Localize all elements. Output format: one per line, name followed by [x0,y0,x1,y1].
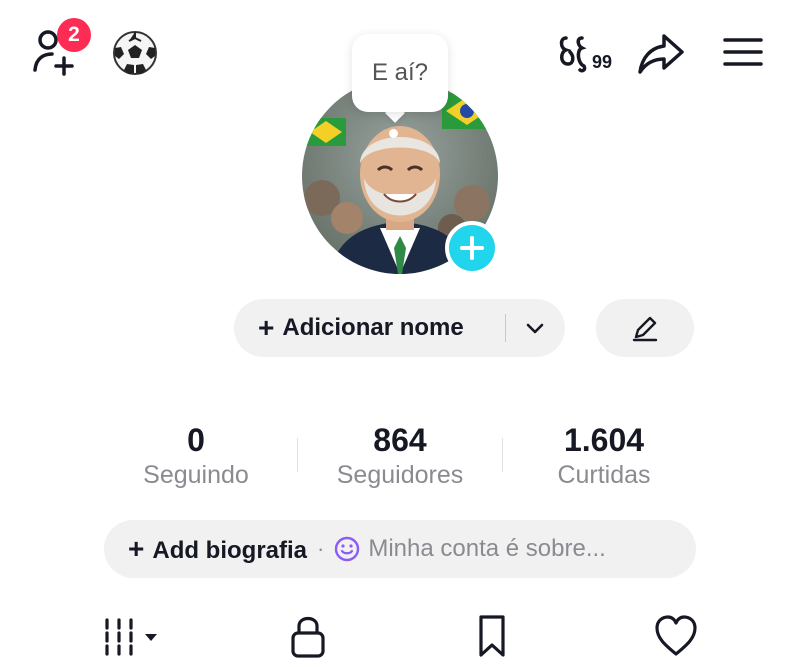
bubble-dot [389,129,398,138]
following-count: 0 [187,422,205,458]
svg-text:99: 99 [592,52,612,72]
tab-saved[interactable] [468,612,516,660]
soccer-ball-icon[interactable] [112,30,158,76]
following-label: Seguindo [143,461,249,489]
chevron-down-icon[interactable] [524,317,546,339]
divider [505,314,506,342]
followers-count: 864 [373,422,427,458]
edit-profile-button[interactable] [596,299,694,357]
pencil-icon [632,316,658,342]
menu-icon [723,38,763,66]
add-bio-pill[interactable]: + Add biografia · Minha conta é sobre... [104,520,696,578]
tab-liked[interactable] [650,612,702,660]
lock-icon [291,616,325,658]
likes-label: Curtidas [557,461,651,489]
plus-icon [460,236,484,260]
add-name-pill: + Adicionar nome [234,299,565,357]
add-bio-label: Add biografia [152,537,308,564]
stat-following[interactable]: 0 Seguindo [111,422,281,490]
add-bio-button[interactable]: + Add biografia [128,533,307,565]
plus-icon: + [128,533,145,564]
menu-button[interactable] [720,34,766,70]
add-story-button[interactable] [445,221,499,275]
stat-likes[interactable]: 1.604 Curtidas [519,422,689,490]
stat-divider [297,438,298,472]
videos-grid-icon [105,618,157,656]
followers-label: Seguidores [336,461,464,489]
add-name-button[interactable]: Adicionar nome [282,314,463,342]
tab-videos[interactable] [100,614,164,658]
activity-icon: 99 [559,36,612,73]
friend-request-badge: 2 [57,18,91,52]
status-bubble-text: E aí? [371,59,429,86]
activity-button[interactable]: 99 [556,30,622,76]
stat-followers[interactable]: 864 Seguidores [315,422,485,490]
profile-status-bubble[interactable]: E aí? [352,34,448,112]
bookmark-icon [479,615,505,657]
heart-icon [655,615,697,656]
share-profile-button[interactable] [636,30,686,76]
bio-placeholder: Minha conta é sobre... [368,535,606,562]
share-icon [638,34,684,74]
stat-divider [502,438,503,472]
plus-icon: + [258,312,275,343]
bio-separator: · [317,536,325,561]
tab-private[interactable] [284,612,332,660]
smiley-icon [335,536,360,562]
likes-count: 1.604 [563,422,645,458]
